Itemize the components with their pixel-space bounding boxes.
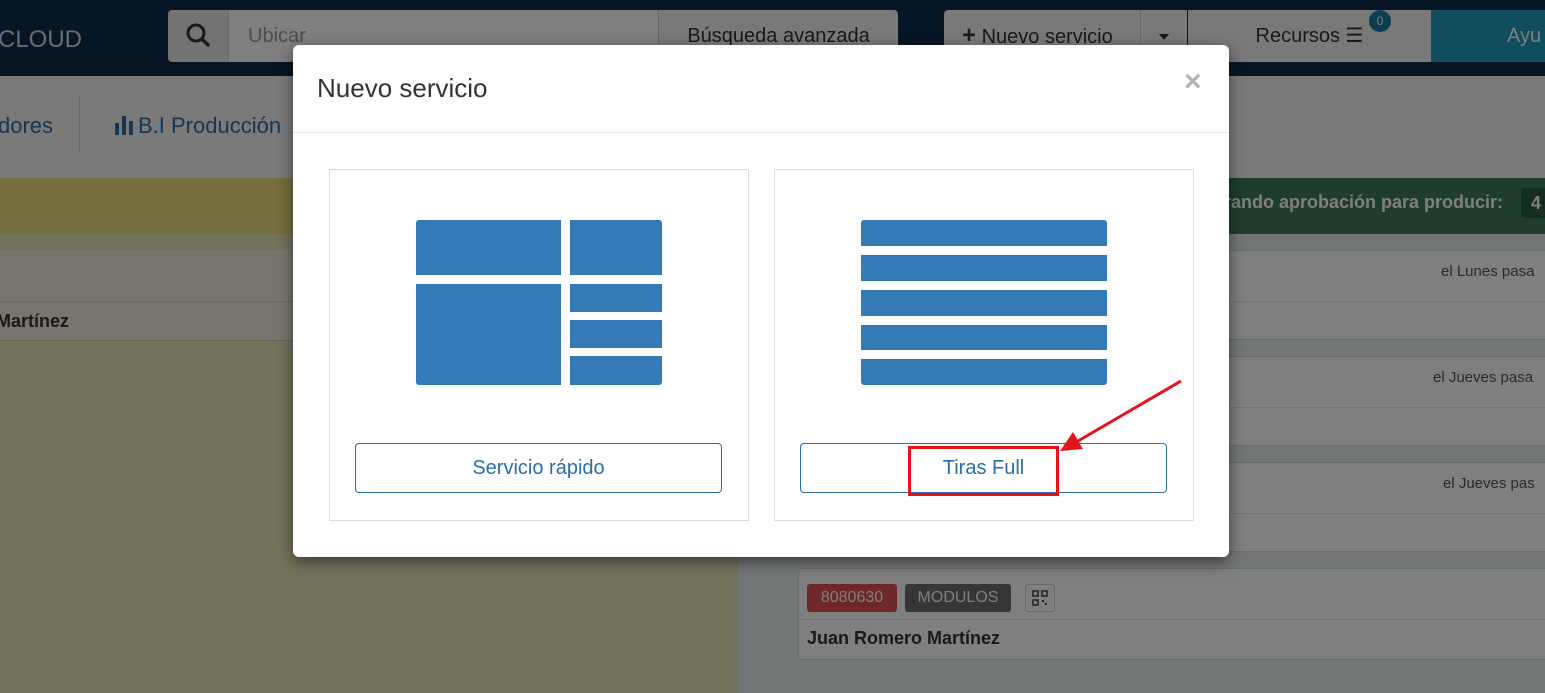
modal-header: Nuevo servicio × (293, 45, 1229, 133)
quick-service-button[interactable]: Servicio rápido (355, 443, 722, 493)
new-service-modal: Nuevo servicio × Servicio rápido Tiras F… (293, 45, 1229, 557)
modal-title: Nuevo servicio (317, 73, 488, 103)
strips-layout-icon (861, 220, 1107, 385)
option-quick-service: Servicio rápido (329, 169, 749, 521)
annotation-highlight-box (908, 446, 1059, 496)
close-icon[interactable]: × (1184, 65, 1202, 99)
mixed-layout-icon (416, 220, 662, 385)
